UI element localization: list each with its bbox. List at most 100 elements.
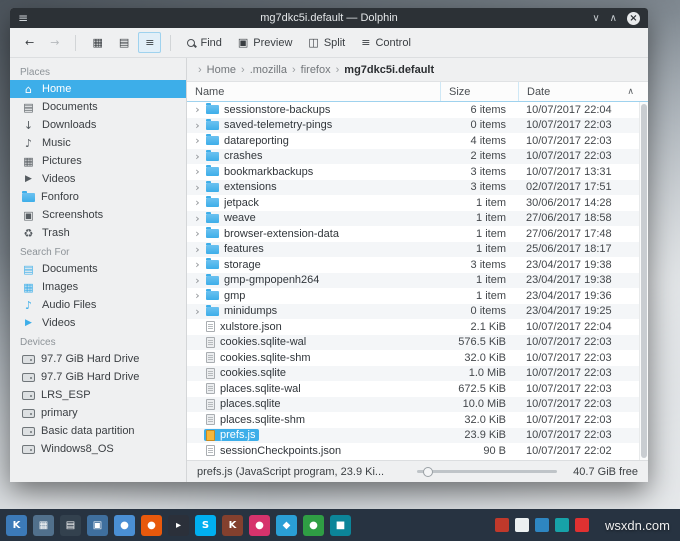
telegram-icon[interactable]: ◆ [276,515,297,536]
krita-icon[interactable]: K [222,515,243,536]
vertical-scrollbar[interactable] [639,102,648,460]
expander-icon[interactable]: › [191,212,204,225]
expander-icon[interactable]: › [191,150,204,163]
green-app-icon[interactable]: ● [303,515,324,536]
maximize-button[interactable] [610,12,617,25]
expander-icon[interactable]: › [191,134,204,147]
sidebar-item-documents[interactable]: Documents [10,260,186,278]
compact-view-button[interactable] [112,32,136,53]
file-row-places-sqlite-wal[interactable]: places.sqlite-wal672.5 KiB10/07/2017 22:… [187,381,648,397]
expander-icon[interactable]: › [191,165,204,178]
tray-red-2-icon[interactable] [575,518,589,532]
file-row-crashes[interactable]: ›crashes2 items10/07/2017 22:03 [187,149,648,165]
file-row-gmp-gmpopenh264[interactable]: ›gmp-gmpopenh2641 item23/04/2017 19:38 [187,273,648,289]
pager-icon[interactable]: ▦ [33,515,54,536]
sidebar-item-windows8-os[interactable]: Windows8_OS [10,440,186,458]
sidebar-item-music[interactable]: Music [10,134,186,152]
sidebar-item-fonforo[interactable]: Fonforo [10,188,186,206]
skype-icon[interactable]: S [195,515,216,536]
file-row-prefs-js[interactable]: prefs.js23.9 KiB10/07/2017 22:03 [187,428,648,444]
file-row-jetpack[interactable]: ›jetpack1 item30/06/2017 14:28 [187,195,648,211]
sidebar-item-videos[interactable]: Videos [10,170,186,188]
details-view-button[interactable] [138,32,161,53]
konsole-terminal-icon[interactable]: ▸ [168,515,189,536]
sidebar-item-home[interactable]: Home [10,80,186,98]
file-row-places-sqlite-shm[interactable]: places.sqlite-shm32.0 KiB10/07/2017 22:0… [187,412,648,428]
tray-teal-icon[interactable] [555,518,569,532]
control-button[interactable]: Control [354,32,418,53]
file-row-storage[interactable]: ›storage3 items23/04/2017 19:38 [187,257,648,273]
file-row-extensions[interactable]: ›extensions3 items02/07/2017 17:51 [187,180,648,196]
column-header-date[interactable]: Date [518,82,648,101]
text-editor-icon[interactable]: ▤ [60,515,81,536]
teal-app-icon[interactable]: ■ [330,515,351,536]
breadcrumb-item-firefox[interactable]: firefox [301,64,331,76]
file-row-features[interactable]: ›features1 item25/06/2017 18:17 [187,242,648,258]
file-row-cookies-sqlite[interactable]: cookies.sqlite1.0 MiB10/07/2017 22:03 [187,366,648,382]
breadcrumb-item-mozilla[interactable]: .mozilla [250,64,287,76]
sidebar-item-basic-data-partition[interactable]: Basic data partition [10,422,186,440]
expander-icon[interactable]: › [191,305,204,318]
sidebar-item-videos[interactable]: Videos [10,314,186,332]
sidebar-item-97-7-gib-hard-drive[interactable]: 97.7 GiB Hard Drive [10,350,186,368]
preview-button[interactable]: Preview [231,32,300,53]
file-row-bookmarkbackups[interactable]: ›bookmarkbackups3 items10/07/2017 13:31 [187,164,648,180]
column-header-name[interactable]: Name [187,82,440,101]
expander-icon[interactable]: › [191,103,204,116]
minimize-button[interactable] [592,12,599,25]
expander-icon[interactable]: › [191,258,204,271]
find-button[interactable]: Find [180,33,228,53]
tray-red-icon[interactable] [495,518,509,532]
sidebar-item-downloads[interactable]: Downloads [10,116,186,134]
sidebar-item-screenshots[interactable]: Screenshots [10,206,186,224]
tray-white-icon[interactable] [515,518,529,532]
expander-icon[interactable]: › [191,181,204,194]
app-launcher-icon[interactable]: K [6,515,27,536]
media-player-icon[interactable]: ● [249,515,270,536]
zoom-slider-handle[interactable] [423,467,433,477]
zoom-slider[interactable] [417,470,557,473]
file-row-datareporting[interactable]: ›datareporting4 items10/07/2017 22:03 [187,133,648,149]
titlebar[interactable]: mg7dkc5i.default — Dolphin [10,8,648,28]
file-row-sessioncheckpoints-json[interactable]: sessionCheckpoints.json90 B10/07/2017 22… [187,443,648,459]
file-row-minidumps[interactable]: ›minidumps0 items23/04/2017 19:25 [187,304,648,320]
forward-button[interactable] [43,32,66,53]
breadcrumb-item-mg7dkc5i-default[interactable]: mg7dkc5i.default [344,64,434,76]
sidebar-item-primary[interactable]: primary [10,404,186,422]
expander-icon[interactable]: › [191,274,204,287]
file-row-saved-telemetry-pings[interactable]: ›saved-telemetry-pings0 items10/07/2017 … [187,118,648,134]
sidebar-item-pictures[interactable]: Pictures [10,152,186,170]
file-date-cell: 10/07/2017 22:03 [518,150,648,162]
file-row-places-sqlite[interactable]: places.sqlite10.0 MiB10/07/2017 22:03 [187,397,648,413]
breadcrumb-item-home[interactable]: Home [207,64,236,76]
icons-view-button[interactable] [85,32,109,53]
expander-icon[interactable]: › [191,119,204,132]
expander-icon[interactable]: › [191,227,204,240]
file-row-sessionstore-backups[interactable]: ›sessionstore-backups6 items10/07/2017 2… [187,102,648,118]
sidebar-item-label: Basic data partition [41,425,135,437]
sidebar-item-97-7-gib-hard-drive[interactable]: 97.7 GiB Hard Drive [10,368,186,386]
firefox-browser-icon[interactable]: ● [141,515,162,536]
chromium-browser-icon[interactable]: ● [114,515,135,536]
sidebar-item-lrs-esp[interactable]: LRS_ESP [10,386,186,404]
file-row-gmp[interactable]: ›gmp1 item23/04/2017 19:36 [187,288,648,304]
expander-icon[interactable]: › [191,243,204,256]
sidebar-item-audio-files[interactable]: Audio Files [10,296,186,314]
close-button[interactable] [627,12,640,25]
file-row-browser-extension-data[interactable]: ›browser-extension-data1 item27/06/2017 … [187,226,648,242]
split-button[interactable]: Split [301,32,352,53]
tray-blue-icon[interactable] [535,518,549,532]
sidebar-item-images[interactable]: Images [10,278,186,296]
sidebar-item-trash[interactable]: Trash [10,224,186,242]
scrollbar-thumb[interactable] [641,104,647,458]
file-row-cookies-sqlite-wal[interactable]: cookies.sqlite-wal576.5 KiB10/07/2017 22… [187,335,648,351]
file-row-xulstore-json[interactable]: xulstore.json2.1 KiB10/07/2017 22:04 [187,319,648,335]
sidebar-item-documents[interactable]: Documents [10,98,186,116]
column-header-size[interactable]: Size [440,82,518,101]
expander-icon[interactable]: › [191,196,204,209]
expander-icon[interactable]: › [191,289,204,302]
file-manager-icon[interactable]: ▣ [87,515,108,536]
file-row-weave[interactable]: ›weave1 item27/06/2017 18:58 [187,211,648,227]
file-row-cookies-sqlite-shm[interactable]: cookies.sqlite-shm32.0 KiB10/07/2017 22:… [187,350,648,366]
back-button[interactable] [18,32,41,53]
